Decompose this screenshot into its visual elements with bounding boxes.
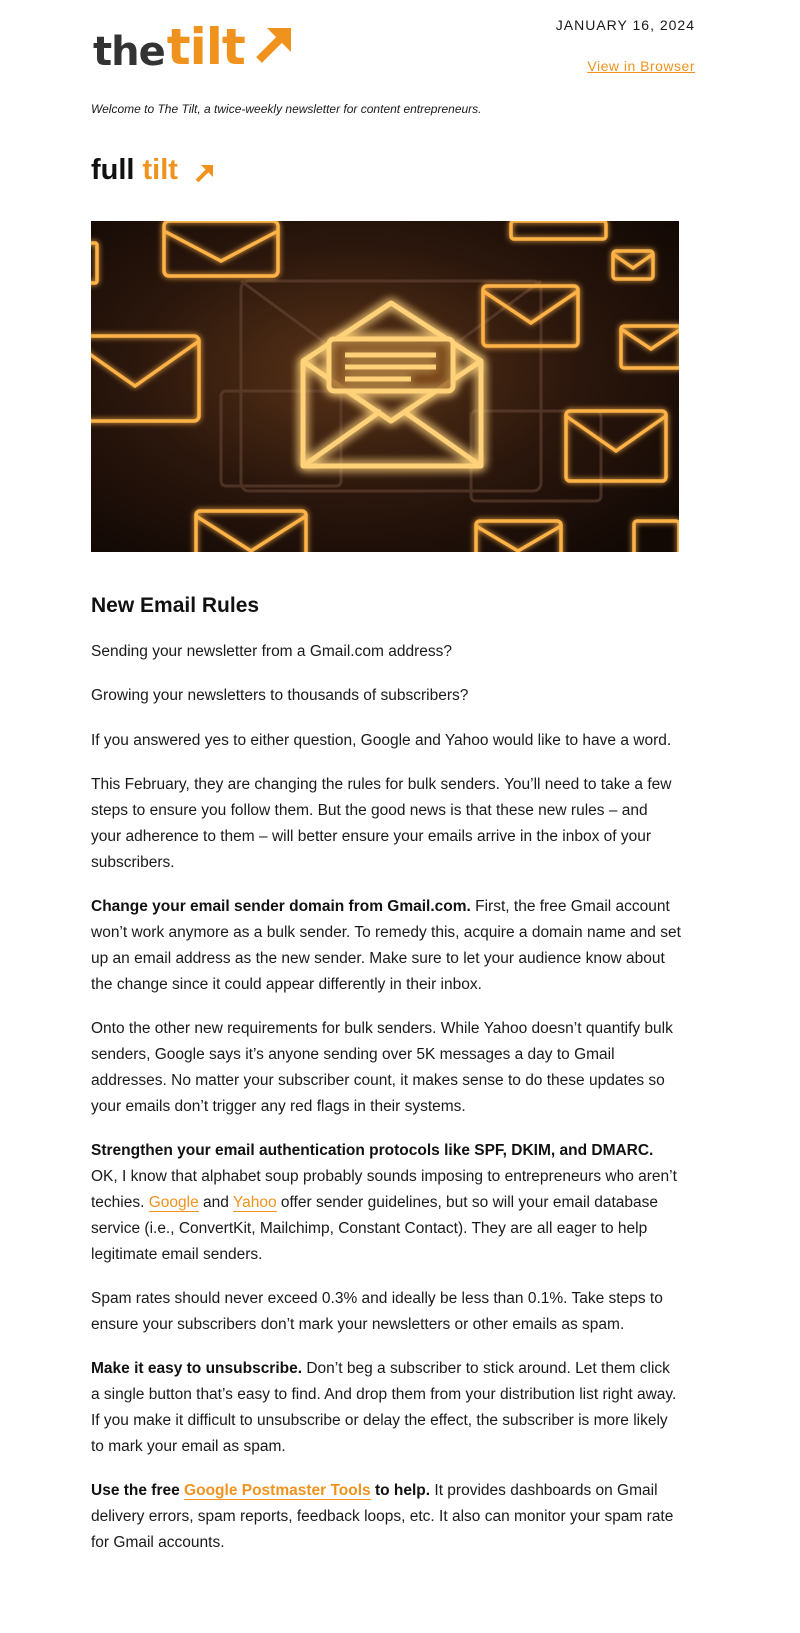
paragraph-lead-bold: Make it easy to unsubscribe. (91, 1360, 303, 1377)
section-word-full: full (91, 154, 135, 186)
view-in-browser-link[interactable]: View in Browser (587, 58, 695, 74)
google-guidelines-link[interactable]: Google (148, 1194, 199, 1212)
article-paragraph: Use the free Google Postmaster Tools to … (91, 1478, 681, 1556)
article-title: New Email Rules (91, 594, 260, 617)
hero-image (91, 221, 679, 552)
article-paragraph: Onto the other new requirements for bulk… (91, 1020, 673, 1115)
issue-date: JANUARY 16, 2024 (555, 17, 695, 33)
paragraph-lead-bold: Strengthen your email authentication pro… (91, 1142, 654, 1159)
arrow-up-right-icon (195, 164, 213, 182)
section-word-tilt: tilt (142, 154, 178, 186)
logo-word-the: the (93, 29, 166, 75)
welcome-text: Welcome to The Tilt, a twice-weekly news… (91, 102, 482, 116)
article-paragraph: Make it easy to unsubscribe. Don’t beg a… (91, 1356, 681, 1460)
paragraph-text: and (198, 1194, 233, 1211)
yahoo-guidelines-link[interactable]: Yahoo (232, 1194, 277, 1212)
google-postmaster-tools-link[interactable]: Google Postmaster Tools (184, 1482, 371, 1500)
article-paragraph: Growing your newsletters to thousands of… (91, 687, 469, 704)
article-paragraph: Spam rates should never exceed 0.3% and … (91, 1290, 663, 1333)
paragraph-lead-bold: Use the free (91, 1482, 185, 1499)
paragraph-lead-bold: Change your email sender domain from Gma… (91, 898, 471, 915)
article-paragraph: If you answered yes to either question, … (91, 732, 672, 749)
newsletter-header: the tilt JANUARY 16, 2024 View in Browse… (0, 0, 800, 90)
glowing-envelopes-illustration (91, 221, 679, 552)
article-paragraph: Change your email sender domain from Gma… (91, 894, 681, 998)
logo-word-tilt: tilt (166, 18, 246, 76)
arrow-up-right-icon (255, 28, 291, 63)
paragraph-lead-bold: to help. (370, 1482, 431, 1499)
article-paragraph: Sending your newsletter from a Gmail.com… (91, 643, 452, 660)
full-tilt-section-title: full tilt (91, 156, 216, 185)
the-tilt-logo[interactable]: the tilt (93, 20, 297, 72)
article-paragraph: This February, they are changing the rul… (91, 776, 672, 871)
article-paragraph: Strengthen your email authentication pro… (91, 1138, 681, 1268)
article-new-email-rules: New Email Rules Sending your newsletter … (91, 593, 681, 1556)
